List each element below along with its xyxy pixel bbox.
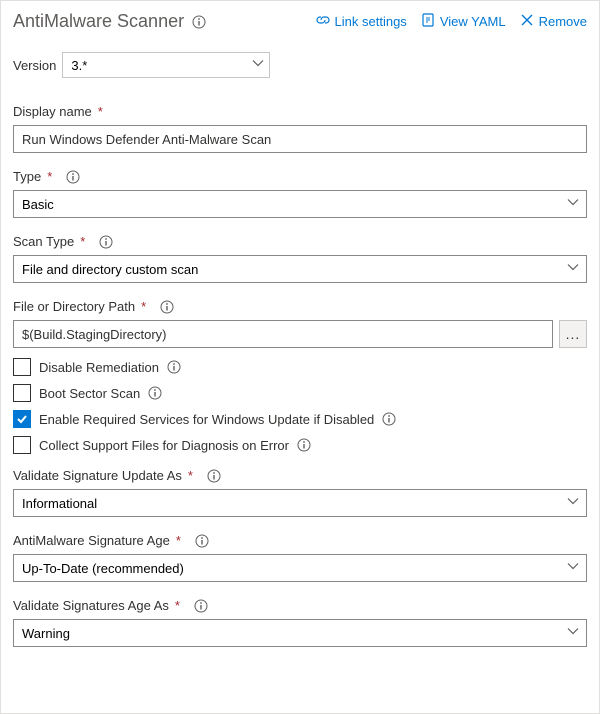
link-icon [316,13,330,30]
collect-support-label: Collect Support Files for Diagnosis on E… [39,438,289,453]
info-icon[interactable] [192,15,206,29]
enable-services-label: Enable Required Services for Windows Upd… [39,412,374,427]
sig-age-label: AntiMalware Signature Age [13,533,170,548]
sig-age-select[interactable] [13,554,587,582]
version-label: Version [13,58,56,73]
info-icon[interactable] [195,534,209,548]
header-actions: Link settings View YAML Remove [316,13,587,30]
validate-sig-age-select[interactable] [13,619,587,647]
field-scan-type: Scan Type * [13,234,587,283]
field-validate-sig-age: Validate Signatures Age As * [13,598,587,647]
scan-type-label: Scan Type [13,234,74,249]
disable-remediation-checkbox[interactable] [13,358,31,376]
info-icon[interactable] [382,412,396,426]
field-path: File or Directory Path * ... [13,299,587,348]
type-select[interactable] [13,190,587,218]
validate-sig-age-label: Validate Signatures Age As [13,598,169,613]
info-icon[interactable] [160,300,174,314]
browse-button[interactable]: ... [559,320,587,348]
panel-header: AntiMalware Scanner Link settings View Y… [13,11,587,32]
enable-services-checkbox[interactable] [13,410,31,428]
view-yaml-button[interactable]: View YAML [421,13,506,30]
path-input[interactable] [13,320,553,348]
info-icon[interactable] [148,386,162,400]
type-label: Type [13,169,41,184]
disable-remediation-label: Disable Remediation [39,360,159,375]
close-icon [520,13,534,30]
required-mark: * [141,299,146,314]
view-yaml-label: View YAML [440,14,506,29]
path-label: File or Directory Path [13,299,135,314]
info-icon[interactable] [99,235,113,249]
display-name-label: Display name [13,104,92,119]
boot-sector-label: Boot Sector Scan [39,386,140,401]
version-row: Version [13,52,587,78]
task-settings-panel: AntiMalware Scanner Link settings View Y… [0,0,600,714]
yaml-icon [421,13,435,30]
version-select[interactable] [62,52,270,78]
check-boot-sector: Boot Sector Scan [13,384,587,402]
title-group: AntiMalware Scanner [13,11,206,32]
required-mark: * [80,234,85,249]
check-disable-remediation: Disable Remediation [13,358,587,376]
collect-support-checkbox[interactable] [13,436,31,454]
panel-title: AntiMalware Scanner [13,11,184,32]
link-settings-label: Link settings [335,14,407,29]
info-icon[interactable] [167,360,181,374]
info-icon[interactable] [297,438,311,452]
required-mark: * [98,104,103,119]
field-sig-age: AntiMalware Signature Age * [13,533,587,582]
required-mark: * [176,533,181,548]
remove-button[interactable]: Remove [520,13,587,30]
field-display-name: Display name * [13,104,587,153]
remove-label: Remove [539,14,587,29]
link-settings-button[interactable]: Link settings [316,13,407,30]
required-mark: * [47,169,52,184]
field-type: Type * [13,169,587,218]
validate-sig-update-label: Validate Signature Update As [13,468,182,483]
scan-type-select[interactable] [13,255,587,283]
check-collect-support: Collect Support Files for Diagnosis on E… [13,436,587,454]
info-icon[interactable] [194,599,208,613]
info-icon[interactable] [66,170,80,184]
validate-sig-update-select[interactable] [13,489,587,517]
required-mark: * [188,468,193,483]
display-name-input[interactable] [13,125,587,153]
info-icon[interactable] [207,469,221,483]
check-enable-services: Enable Required Services for Windows Upd… [13,410,587,428]
field-validate-sig-update: Validate Signature Update As * [13,468,587,517]
required-mark: * [175,598,180,613]
boot-sector-checkbox[interactable] [13,384,31,402]
